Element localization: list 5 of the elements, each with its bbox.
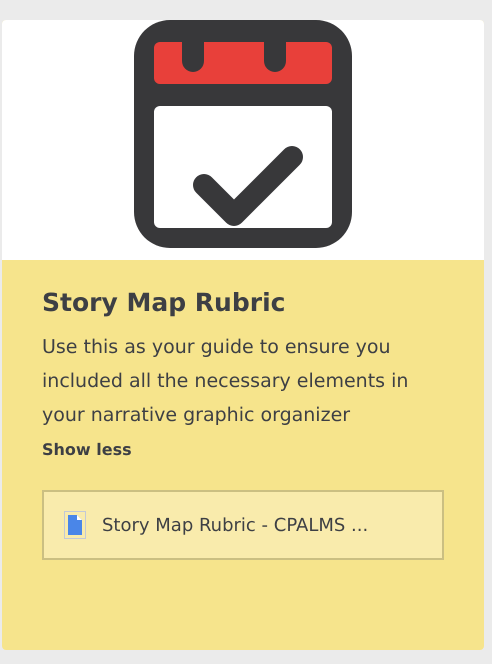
card-description: Use this as your guide to ensure you included all the necessary elements in your narrative graphic organizer [42, 335, 410, 428]
document-icon [64, 511, 86, 539]
show-less-link[interactable]: Show less [42, 438, 132, 462]
card-title: Story Map Rubric [42, 288, 286, 318]
attachment-link[interactable]: Story Map Rubric - CPALMS ... [42, 490, 444, 560]
